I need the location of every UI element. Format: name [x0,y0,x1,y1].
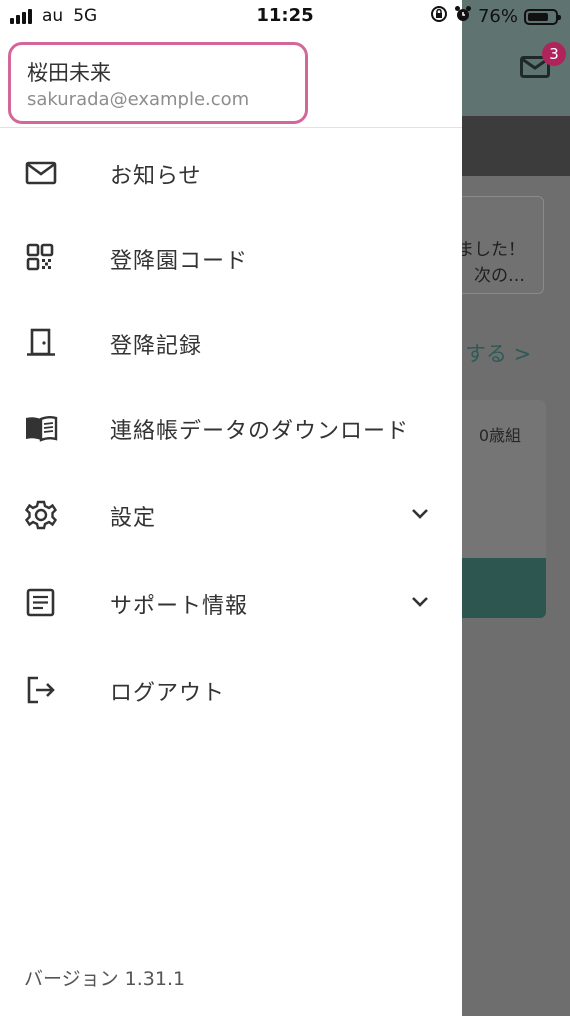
menu-item-notifications[interactable]: お知らせ [0,130,462,214]
menu-item-label: 登降園コード [110,249,249,274]
divider [0,127,462,128]
more-link[interactable]: する > [465,338,531,368]
door-icon [24,328,58,358]
chevron-down-icon[interactable] [408,590,432,614]
version-label: バージョン 1.31.1 [24,968,186,990]
orientation-lock-icon [430,5,448,28]
menu-item-label: ログアウト [110,681,226,706]
book-icon [24,413,58,443]
alarm-icon [454,5,472,28]
mail-badge: 3 [542,42,566,66]
menu-item-label: 設定 [110,506,157,531]
user-name: 桜田未来 [27,61,111,85]
battery-icon [524,8,561,25]
menu-item-label: 登降記録 [110,334,203,359]
menu-item-attendance-record[interactable]: 登降記録 [0,300,462,384]
chevron-down-icon[interactable] [408,502,432,526]
menu-item-label: 連絡帳データのダウンロード [110,419,410,444]
mail-icon [24,158,58,188]
menu-item-attendance-code[interactable]: 登降園コード [0,215,462,299]
battery-percent: 76% [477,6,518,27]
gear-icon [24,500,58,530]
menu-item-support[interactable]: サポート情報 [0,560,462,644]
menu-item-settings[interactable]: 設定 [0,472,462,556]
menu-item-logout[interactable]: ログアウト [0,647,462,731]
document-icon [24,588,58,618]
navigation-drawer: 桜田未来 sakurada@example.com お知らせ 登降園コード 登降… [0,0,462,1016]
status-bar: au 5G 11:25 76% [0,0,570,32]
menu-item-download-notebook[interactable]: 連絡帳データのダウンロード [0,385,462,469]
menu-item-label: お知らせ [110,164,202,189]
notice-card-line1: ました！ [457,240,525,260]
profile-card[interactable]: 桜田未来 sakurada@example.com [8,42,308,124]
logout-icon [24,675,58,705]
user-email: sakurada@example.com [27,89,250,110]
menu-item-label: サポート情報 [110,594,249,619]
qr-code-icon [24,243,58,273]
age-group-label: 0歳組 [478,426,521,445]
notice-card-line2: 次の… [474,266,525,286]
